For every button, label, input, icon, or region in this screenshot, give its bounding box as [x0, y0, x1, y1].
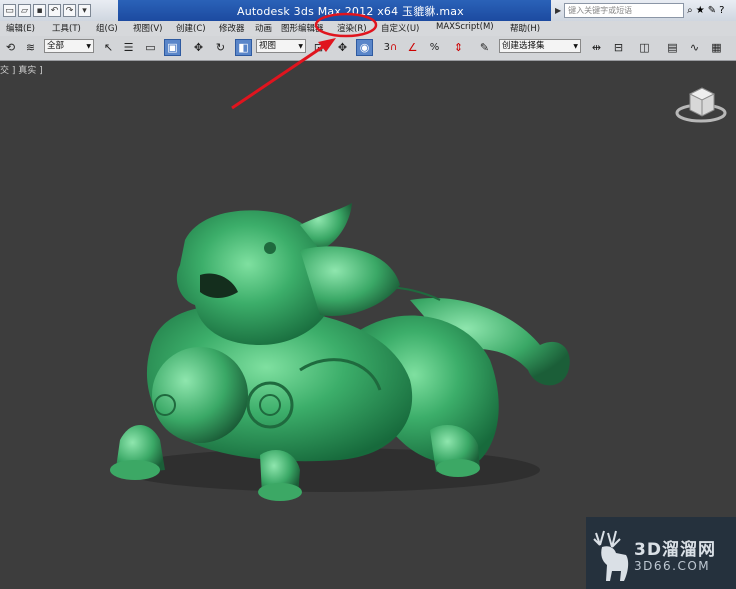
annotation-arrow	[231, 38, 336, 110]
deer-logo-icon	[593, 530, 629, 581]
watermark-brand: 3D溜溜网	[634, 540, 716, 560]
viewport-scene[interactable]	[0, 0, 736, 589]
jade-pixiu-model[interactable]	[110, 203, 570, 501]
annotation-circle	[314, 12, 378, 38]
watermark-url: 3D66.COM	[634, 559, 711, 573]
viewcube-icon[interactable]	[675, 87, 727, 123]
watermark-logo: 3D溜溜网 3D66.COM	[586, 517, 736, 589]
